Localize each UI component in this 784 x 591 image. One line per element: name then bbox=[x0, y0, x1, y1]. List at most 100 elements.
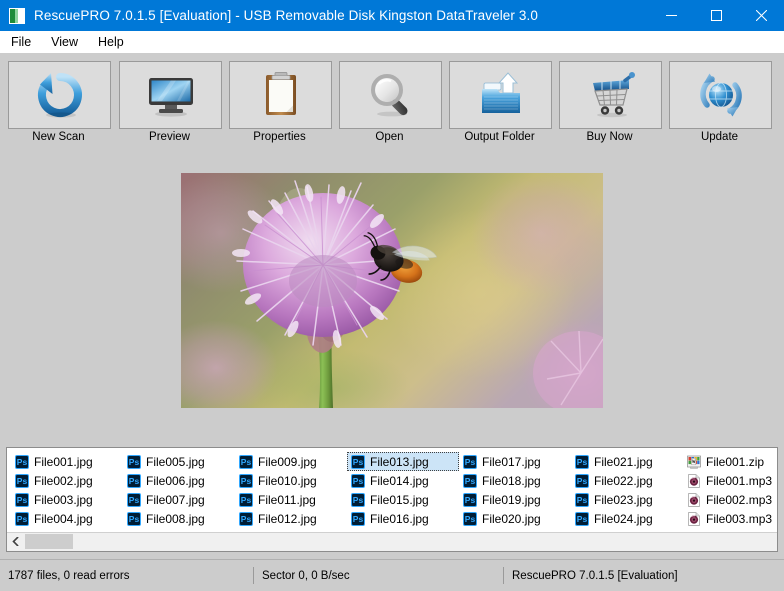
photoshop-icon: Ps bbox=[463, 454, 477, 469]
refresh-arrow-icon bbox=[37, 73, 82, 118]
status-bar: 1787 files, 0 read errors Sector 0, 0 B/… bbox=[0, 559, 784, 591]
list-item[interactable]: Ps File016.jpg bbox=[347, 509, 459, 528]
toolbar-label-output-folder: Output Folder bbox=[464, 131, 535, 143]
file-name: File024.jpg bbox=[594, 511, 653, 526]
horizontal-scrollbar[interactable] bbox=[7, 532, 777, 551]
preview-photo bbox=[181, 173, 603, 408]
list-item[interactable]: Ps File010.jpg bbox=[235, 471, 347, 490]
list-item[interactable]: Ps File012.jpg bbox=[235, 509, 347, 528]
toolbar-label-properties: Properties bbox=[253, 131, 306, 143]
status-files: 1787 files, 0 read errors bbox=[8, 569, 130, 582]
globe-refresh-icon bbox=[699, 73, 742, 117]
archive-icon bbox=[687, 455, 701, 469]
window-title: RescuePRO 7.0.1.5 [Evaluation] - USB Rem… bbox=[34, 8, 538, 23]
menu-item-help[interactable]: Help bbox=[89, 33, 133, 51]
photoshop-icon: Ps bbox=[575, 454, 589, 469]
toolbar-label-preview: Preview bbox=[149, 131, 190, 143]
toolbar-button-open[interactable] bbox=[339, 61, 442, 129]
list-item[interactable]: File001.mp3 bbox=[683, 471, 777, 490]
file-name: File021.jpg bbox=[594, 454, 653, 469]
list-item[interactable]: Ps File013.jpg bbox=[347, 452, 459, 471]
list-item[interactable]: Ps File014.jpg bbox=[347, 471, 459, 490]
toolbar-label-buy-now: Buy Now bbox=[586, 131, 633, 143]
toolbar-button-buy-now[interactable] bbox=[559, 61, 662, 129]
rescuepro-logo-icon bbox=[9, 7, 25, 24]
menu-item-view[interactable]: View bbox=[42, 33, 87, 51]
file-name: File023.jpg bbox=[594, 492, 653, 507]
photoshop-icon: Ps bbox=[239, 492, 253, 507]
list-item[interactable]: Ps File005.jpg bbox=[123, 452, 235, 471]
image-preview[interactable] bbox=[181, 173, 603, 408]
list-item[interactable]: Ps File019.jpg bbox=[459, 490, 571, 509]
toolbar-button-update[interactable] bbox=[669, 61, 772, 129]
list-item[interactable]: Ps File021.jpg bbox=[571, 452, 683, 471]
file-name: File007.jpg bbox=[146, 492, 205, 507]
toolbar-label-update: Update bbox=[700, 131, 739, 143]
maximize-button[interactable] bbox=[694, 0, 739, 31]
list-item[interactable]: Ps File003.jpg bbox=[11, 490, 123, 509]
status-version: RescuePRO 7.0.1.5 [Evaluation] bbox=[512, 569, 678, 582]
photoshop-icon: Ps bbox=[127, 473, 141, 488]
list-item[interactable]: Ps File015.jpg bbox=[347, 490, 459, 509]
file-name: File020.jpg bbox=[482, 511, 541, 526]
file-name: File022.jpg bbox=[594, 473, 653, 488]
list-item[interactable]: Ps File011.jpg bbox=[235, 490, 347, 509]
photoshop-icon: Ps bbox=[127, 492, 141, 507]
list-item[interactable]: Ps File002.jpg bbox=[11, 471, 123, 490]
scroll-left-button[interactable] bbox=[7, 533, 24, 550]
toolbar-button-preview[interactable] bbox=[119, 61, 222, 129]
file-name: File001.zip bbox=[706, 454, 765, 469]
list-item[interactable]: Ps File009.jpg bbox=[235, 452, 347, 471]
minimize-button[interactable] bbox=[649, 0, 694, 31]
file-name: File002.jpg bbox=[34, 473, 93, 488]
photoshop-icon: Ps bbox=[239, 473, 253, 488]
photoshop-icon: Ps bbox=[15, 454, 29, 469]
file-name: File011.jpg bbox=[258, 492, 316, 507]
list-item[interactable]: Ps File008.jpg bbox=[123, 509, 235, 528]
status-sector: Sector 0, 0 B/sec bbox=[262, 569, 350, 582]
scrollbar-thumb[interactable] bbox=[25, 534, 73, 549]
list-item[interactable]: File002.mp3 bbox=[683, 490, 777, 509]
list-item[interactable]: Ps File023.jpg bbox=[571, 490, 683, 509]
list-item[interactable]: Ps File022.jpg bbox=[571, 471, 683, 490]
file-name: File015.jpg bbox=[370, 492, 429, 507]
toolbar-button-properties[interactable] bbox=[229, 61, 332, 129]
file-name: File017.jpg bbox=[482, 454, 541, 469]
toolbar-button-output-folder[interactable] bbox=[449, 61, 552, 129]
toolbar-label-new-scan: New Scan bbox=[32, 131, 85, 143]
file-name: File012.jpg bbox=[258, 511, 317, 526]
file-name: File003.mp3 bbox=[706, 511, 773, 526]
close-button[interactable] bbox=[739, 0, 784, 31]
audio-disc-icon bbox=[688, 473, 700, 488]
list-item[interactable]: Ps File024.jpg bbox=[571, 509, 683, 528]
photoshop-icon: Ps bbox=[463, 511, 477, 526]
list-item[interactable]: File003.mp3 bbox=[683, 509, 777, 528]
file-list[interactable]: Ps File001.jpg Ps File002.jpg Ps File003.jpg P… bbox=[7, 448, 777, 533]
photoshop-icon: Ps bbox=[239, 511, 253, 526]
list-item[interactable]: Ps File007.jpg bbox=[123, 490, 235, 509]
list-item[interactable]: Ps File020.jpg bbox=[459, 509, 571, 528]
clipboard-icon bbox=[265, 72, 296, 115]
chevron-left-icon bbox=[12, 537, 19, 546]
photoshop-icon: Ps bbox=[351, 473, 365, 488]
photoshop-icon: Ps bbox=[15, 511, 29, 526]
status-divider-1 bbox=[253, 567, 254, 584]
file-list-panel[interactable]: Ps File001.jpg Ps File002.jpg Ps File003.jpg P… bbox=[6, 447, 778, 552]
toolbar-label-open: Open bbox=[375, 131, 404, 143]
photoshop-icon: Ps bbox=[15, 492, 29, 507]
list-item[interactable]: Ps File017.jpg bbox=[459, 452, 571, 471]
file-name: File004.jpg bbox=[34, 511, 93, 526]
list-item[interactable]: Ps File004.jpg bbox=[11, 509, 123, 528]
audio-disc-icon bbox=[688, 511, 700, 526]
list-item[interactable]: Ps File018.jpg bbox=[459, 471, 571, 490]
list-item[interactable]: File001.zip bbox=[683, 452, 777, 471]
menu-item-file[interactable]: File bbox=[2, 33, 40, 51]
file-name: File008.jpg bbox=[146, 511, 205, 526]
toolbar-button-new-scan[interactable] bbox=[8, 61, 111, 129]
file-name: File002.mp3 bbox=[706, 492, 773, 507]
file-name: File016.jpg bbox=[370, 511, 429, 526]
status-divider-2 bbox=[503, 567, 504, 584]
list-item[interactable]: Ps File006.jpg bbox=[123, 471, 235, 490]
list-item[interactable]: Ps File001.jpg bbox=[11, 452, 123, 471]
file-name: File014.jpg bbox=[370, 473, 429, 488]
